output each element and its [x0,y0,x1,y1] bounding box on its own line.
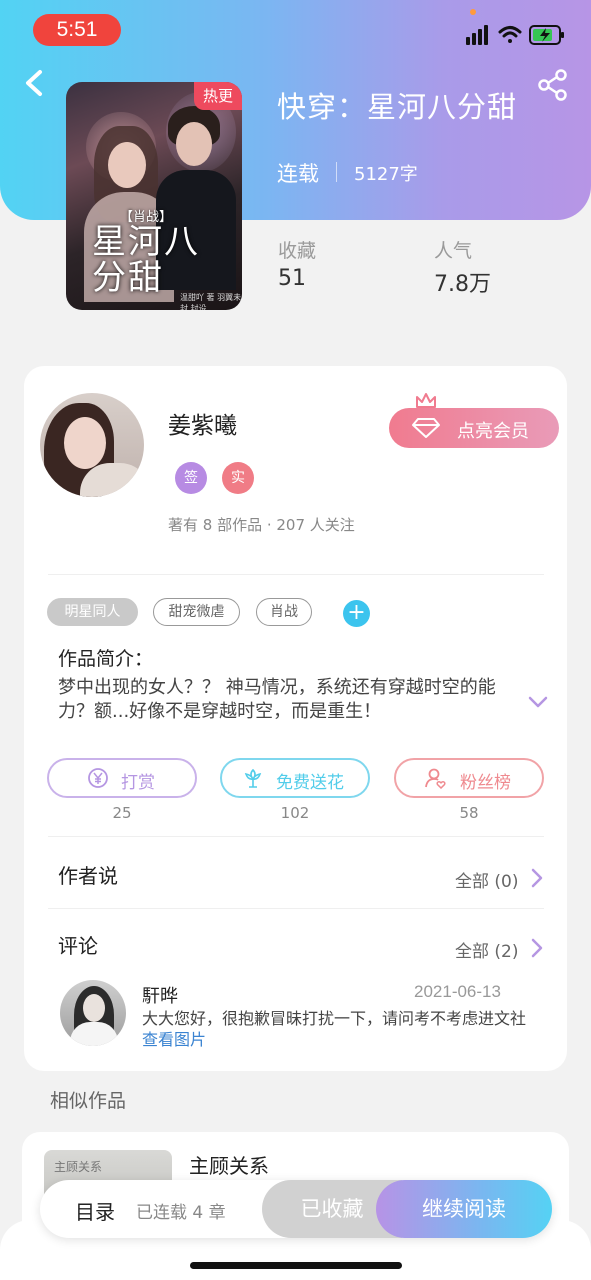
table-of-contents-button[interactable]: 目录 [75,1196,115,1225]
privacy-indicator-dot [470,9,476,15]
diamond-icon [412,418,440,438]
divider [48,574,544,575]
collect-value: 51 [278,266,306,291]
tag-chip[interactable]: 甜宠微虐 [153,598,240,626]
comments-title: 评论 [58,934,98,958]
collect-label: 收藏 [278,240,317,262]
author-says-all-link[interactable]: 全部 (0) [455,867,518,892]
vip-button-label: 点亮会员 [457,421,529,442]
flower-icon [244,768,262,788]
cover-credit: 温甜吖 著 羽翼未封 封设 [180,293,242,310]
author-meta: 著有 8 部作品 · 207 人关注 [168,516,355,534]
signed-badge: 签 [175,462,207,494]
battery-charging-icon [529,25,564,45]
comment-body: 大大您好，很抱歉冒昧打扰一下，请问考不考虑进文社 [142,1009,527,1028]
commenter-avatar[interactable] [60,980,126,1046]
hot-update-tag: 热更 [194,82,242,110]
similar-works-title: 相似作品 [50,1090,127,1112]
book-title: 快穿：星河八分甜 [277,90,518,124]
status-divider [336,162,337,182]
chevron-right-icon[interactable] [530,937,544,959]
serial-progress: 已连载 4 章 [136,1203,226,1223]
fan-rank-button[interactable]: 粉丝榜 [394,758,544,798]
crown-icon [416,393,436,408]
comments-all-link[interactable]: 全部 (2) [455,937,518,962]
tip-button[interactable]: 打赏 [47,758,197,798]
send-flower-button[interactable]: 免费送花 [220,758,370,798]
flower-count: 102 [280,804,310,822]
tag-chip[interactable]: 肖战 [256,598,312,626]
comment-date: 2021-06-13 [414,982,501,1001]
cellular-signal-icon [466,25,488,45]
tip-label: 打赏 [121,773,155,793]
similar-work-title[interactable]: 主顾关系 [189,1150,269,1179]
fan-count: 58 [459,804,479,822]
cover-title: 星河八分甜 [92,222,200,298]
yen-coin-icon [88,768,108,788]
share-icon[interactable] [536,68,570,102]
tip-count: 25 [112,804,132,822]
fan-rank-label: 粉丝榜 [460,773,511,793]
status-time: 5:51 [33,14,121,46]
status-icons [466,25,564,45]
chevron-down-icon[interactable] [528,694,548,710]
home-indicator [190,1262,402,1269]
send-flower-label: 免费送花 [276,773,344,793]
author-says-title: 作者说 [58,864,118,888]
popularity-label: 人气 [434,240,473,262]
book-cover[interactable]: 热更 【肖战】 星河八分甜 温甜吖 著 羽翼未封 封设 [66,82,242,310]
comment-text: 大大您好，很抱歉冒昧打扰一下，请问考不考虑进文社查看图片 [142,1008,526,1050]
intro-title: 作品简介： [58,648,154,670]
book-word-count: 5127字 [354,164,418,185]
fan-rank-icon [425,768,446,789]
back-arrow-icon[interactable] [20,66,50,100]
divider [48,836,544,837]
tag-chip[interactable]: 明星同人 [47,598,138,626]
view-image-link[interactable]: 查看图片 [142,1030,206,1049]
wifi-icon [498,26,522,43]
continue-reading-button[interactable]: 继续阅读 [376,1180,552,1238]
divider [48,908,544,909]
similar-cover-text: 主顾关系 [54,1160,103,1174]
book-status: 连载 [277,162,319,186]
commenter-name: 馯晔 [142,986,178,1007]
author-avatar[interactable] [40,393,144,497]
chevron-right-icon[interactable] [530,867,544,889]
popularity-value: 7.8万 [434,272,491,297]
verified-badge: 实 [222,462,254,494]
intro-text: 梦中出现的女人？？ 神马情况，系统还有穿越时空的能力？额...好像不是穿越时空，… [58,677,496,722]
add-tag-icon[interactable]: + [343,600,370,627]
author-name[interactable]: 姜紫曦 [168,406,237,440]
